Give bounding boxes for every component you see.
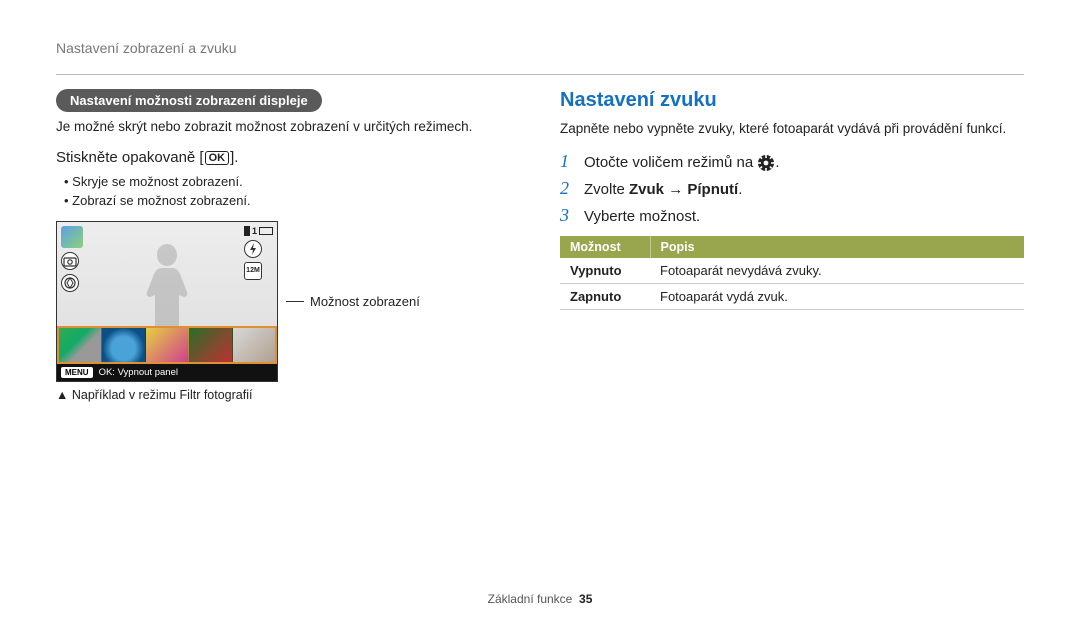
right-intro: Zapněte nebo vypněte zvuky, které fotoap… [560,120,1024,139]
step-text: Otočte voličem režimů na [584,154,757,171]
list-item: Zobrazí se možnost zobrazení. [64,191,520,211]
page-footer: Základní funkce 35 [0,592,1080,606]
section-pill: Nastavení možnosti zobrazení displeje [56,89,322,112]
step-item: 2 Zvolte Zvuk Pípnutí. [560,178,1024,199]
photo-thumb-icon [61,226,83,248]
step-bold-2: Pípnutí [687,181,738,198]
camera-mode-icon [61,252,79,270]
steps-list: 1 Otočte voličem režimů na . 2 Zvolte Zv… [560,151,1024,226]
menu-chip-icon: MENU [61,367,93,378]
step-number: 2 [560,178,574,199]
counter-value: 1 [252,226,257,236]
person-silhouette-icon [132,236,202,326]
filmstrip-callout: Možnost zobrazení [286,294,420,309]
arrow-icon [664,181,687,198]
counter-indicator: 1 [244,226,273,236]
list-item: Skryje se možnost zobrazení. [64,172,520,192]
resolution-icon: 12M [244,262,262,280]
table-header-option: Možnost [560,236,650,258]
filter-thumb [189,328,232,362]
step-suffix: . [738,181,742,198]
table-row: Zapnuto Fotoaparát vydá zvuk. [560,283,1024,309]
step-text: Vyberte možnost. [584,208,700,225]
page-header: Nastavení zobrazení a zvuku [56,40,1024,56]
right-column: Nastavení zvuku Zapněte nebo vypněte zvu… [560,89,1024,402]
left-column: Nastavení možnosti zobrazení displeje Je… [56,89,520,402]
filter-thumb [233,328,275,362]
press-instruction: Stiskněte opakovaně [OK]. [56,149,520,166]
options-table: Možnost Popis Vypnuto Fotoaparát nevydáv… [560,236,1024,310]
triangle-icon [56,388,72,402]
opt-cell: Zapnuto [560,283,650,309]
filter-thumb [59,328,102,362]
camera-display-mock: 1 12M [56,221,278,382]
caption-text: Například v režimu Filtr fotografií [72,388,253,402]
left-intro: Je možné skrýt nebo zobrazit možnost zob… [56,118,520,137]
camera-footer: MENU OK: Vypnout panel [57,364,277,381]
opt-cell: Vypnuto [560,258,650,284]
filter-filmstrip [57,326,277,364]
callout-label: Možnost zobrazení [310,294,420,309]
press-suffix: ]. [230,149,238,166]
desc-cell: Fotoaparát nevydává zvuky. [650,258,1024,284]
step-item: 1 Otočte voličem režimů na . [560,151,1024,172]
step-number: 1 [560,151,574,172]
ok-button-icon: OK [205,151,230,165]
desc-cell: Fotoaparát vydá zvuk. [650,283,1024,309]
step-text: Zvolte [584,181,629,198]
step-number: 3 [560,205,574,226]
table-header-desc: Popis [650,236,1024,258]
camera-footer-text: OK: Vypnout panel [99,367,178,378]
header-divider [56,74,1024,75]
filter-thumb [146,328,189,362]
press-prefix: Stiskněte opakovaně [ [56,149,204,166]
footer-label: Základní funkce [488,592,573,606]
filter-thumb [102,328,145,362]
gear-icon [757,154,775,172]
step-item: 3 Vyberte možnost. [560,205,1024,226]
page-number: 35 [579,592,592,606]
sound-section-title: Nastavení zvuku [560,89,1024,112]
table-row: Vypnuto Fotoaparát nevydává zvuky. [560,258,1024,284]
step-bold-1: Zvuk [629,181,664,198]
aperture-icon [61,274,79,292]
step-suffix: . [775,154,779,171]
bullet-list: Skryje se možnost zobrazení. Zobrazí se … [56,172,520,211]
flash-icon [244,240,262,258]
example-caption: Například v režimu Filtr fotografií [56,388,520,402]
